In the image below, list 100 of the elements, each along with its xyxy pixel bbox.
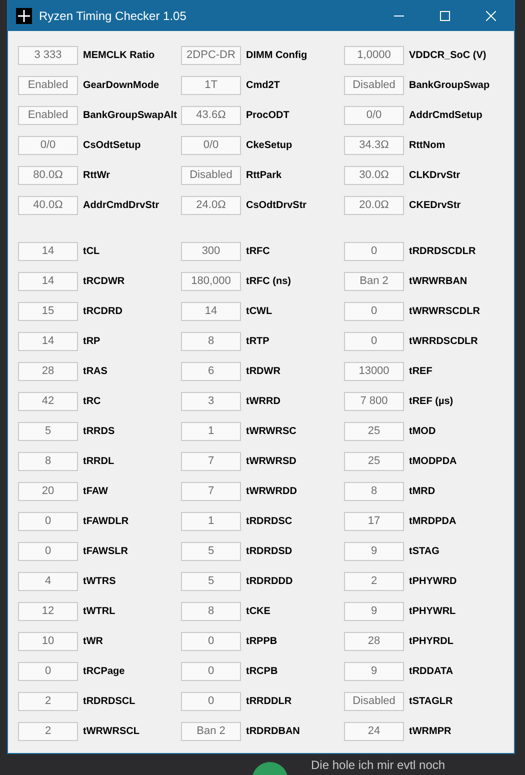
value-field[interactable]: 14 — [18, 272, 78, 290]
value-field[interactable]: 9 — [344, 662, 404, 680]
value-field[interactable]: 9 — [344, 542, 404, 560]
value-field[interactable]: 2DPC-DR — [181, 46, 241, 64]
value-field[interactable]: 0 — [181, 662, 241, 680]
value-field[interactable]: 1 — [181, 422, 241, 440]
field-label: tWRRDSCDLR — [409, 336, 478, 346]
value-field[interactable]: Disabled — [181, 166, 241, 184]
field-label: tRAS — [83, 366, 108, 376]
value-field[interactable]: 12 — [18, 602, 78, 620]
field-label: tRDRDSD — [246, 546, 292, 556]
value-field[interactable]: 4 — [18, 572, 78, 590]
value-field[interactable]: 25 — [344, 422, 404, 440]
value-field[interactable]: 30.0Ω — [344, 166, 404, 184]
value-field[interactable]: 7 — [181, 482, 241, 500]
field-label: tRDRDSCL — [83, 696, 136, 706]
value-field[interactable]: 0 — [344, 242, 404, 260]
field-label: Cmd2T — [246, 80, 280, 90]
value-field[interactable]: 300 — [181, 242, 241, 260]
value-field[interactable]: 28 — [344, 632, 404, 650]
field-label: tWRWRSD — [246, 456, 296, 466]
field-label: tCWL — [246, 306, 272, 316]
value-field[interactable]: 28 — [18, 362, 78, 380]
field-label: tRRDDLR — [246, 696, 292, 706]
value-field[interactable]: 1 — [181, 512, 241, 530]
value-field[interactable]: 10 — [18, 632, 78, 650]
value-field[interactable]: 20.0Ω — [344, 196, 404, 214]
value-field[interactable]: 0 — [181, 692, 241, 710]
value-field[interactable]: 43.6Ω — [181, 106, 241, 124]
value-field[interactable]: 15 — [18, 302, 78, 320]
value-field[interactable]: 8 — [18, 452, 78, 470]
value-field[interactable]: Disabled — [344, 76, 404, 94]
value-field[interactable]: 14 — [18, 332, 78, 350]
value-field[interactable]: 7 — [181, 452, 241, 470]
value-field[interactable]: 14 — [18, 242, 78, 260]
value-field[interactable]: 3 — [181, 392, 241, 410]
value-field[interactable]: 42 — [18, 392, 78, 410]
value-field[interactable]: 40.0Ω — [18, 196, 78, 214]
field-label: MEMCLK Ratio — [83, 50, 155, 60]
window-title: Ryzen Timing Checker 1.05 — [39, 8, 188, 22]
value-field[interactable]: 5 — [181, 542, 241, 560]
field-label: tCL — [83, 246, 100, 256]
field-label: tRFC (ns) — [246, 276, 291, 286]
field-label: tPHYRDL — [409, 636, 454, 646]
value-field[interactable]: 0/0 — [181, 136, 241, 154]
value-field[interactable]: 0 — [18, 542, 78, 560]
value-field[interactable]: Ban 2 — [344, 272, 404, 290]
value-field[interactable]: 13000 — [344, 362, 404, 380]
field-label: tSTAG — [409, 546, 440, 556]
value-field[interactable]: 5 — [181, 572, 241, 590]
value-field[interactable]: 24 — [344, 722, 404, 740]
field-label: tREF (µs) — [409, 396, 454, 406]
maximize-icon — [440, 10, 450, 20]
value-field[interactable]: 180,000 — [181, 272, 241, 290]
value-field[interactable]: 0/0 — [344, 106, 404, 124]
value-field[interactable]: 17 — [344, 512, 404, 530]
value-field[interactable]: 20 — [18, 482, 78, 500]
value-field[interactable]: 2 — [18, 692, 78, 710]
value-field[interactable]: 2 — [344, 572, 404, 590]
value-field[interactable]: 14 — [181, 302, 241, 320]
value-field[interactable]: 24.0Ω — [181, 196, 241, 214]
value-field[interactable]: 0 — [344, 332, 404, 350]
value-field[interactable]: 0 — [18, 512, 78, 530]
value-field[interactable]: 1T — [181, 76, 241, 94]
value-field[interactable]: Enabled — [18, 76, 78, 94]
field-label: BankGroupSwapAlt — [83, 110, 177, 120]
field-label: CKEDrvStr — [409, 200, 461, 210]
field-label: tWTRL — [83, 606, 116, 616]
value-field[interactable]: 80.0Ω — [18, 166, 78, 184]
field-label: tWRWRSCDLR — [409, 306, 480, 316]
value-field[interactable]: 9 — [344, 602, 404, 620]
value-field[interactable]: 8 — [344, 482, 404, 500]
field-label: tMOD — [409, 426, 436, 436]
field-label: tRTP — [246, 336, 270, 346]
field-label: tWR — [83, 636, 103, 646]
value-field[interactable]: Ban 2 — [181, 722, 241, 740]
value-field[interactable]: 0/0 — [18, 136, 78, 154]
value-field[interactable]: 8 — [181, 332, 241, 350]
value-field[interactable]: 1,0000 — [344, 46, 404, 64]
field-label: tCKE — [246, 606, 270, 616]
value-field[interactable]: Enabled — [18, 106, 78, 124]
field-label: tRDRDSCDLR — [409, 246, 476, 256]
field-label: tPHYWRD — [409, 576, 457, 586]
field-label: CkeSetup — [246, 140, 292, 150]
value-field[interactable]: 25 — [344, 452, 404, 470]
value-field[interactable]: 6 — [181, 362, 241, 380]
value-field[interactable]: 0 — [344, 302, 404, 320]
value-field[interactable]: Disabled — [344, 692, 404, 710]
field-label: tRRDS — [83, 426, 115, 436]
value-field[interactable]: 34.3Ω — [344, 136, 404, 154]
value-field[interactable]: 2 — [18, 722, 78, 740]
value-field[interactable]: 0 — [18, 662, 78, 680]
value-field[interactable]: 8 — [181, 602, 241, 620]
field-label: tWRWRSC — [246, 426, 296, 436]
value-field[interactable]: 5 — [18, 422, 78, 440]
field-label: tRC — [83, 396, 101, 406]
value-field[interactable]: 0 — [181, 632, 241, 650]
value-field[interactable]: 3 333 — [18, 46, 78, 64]
value-field[interactable]: 7 800 — [344, 392, 404, 410]
field-label: tRDRDDD — [246, 576, 293, 586]
